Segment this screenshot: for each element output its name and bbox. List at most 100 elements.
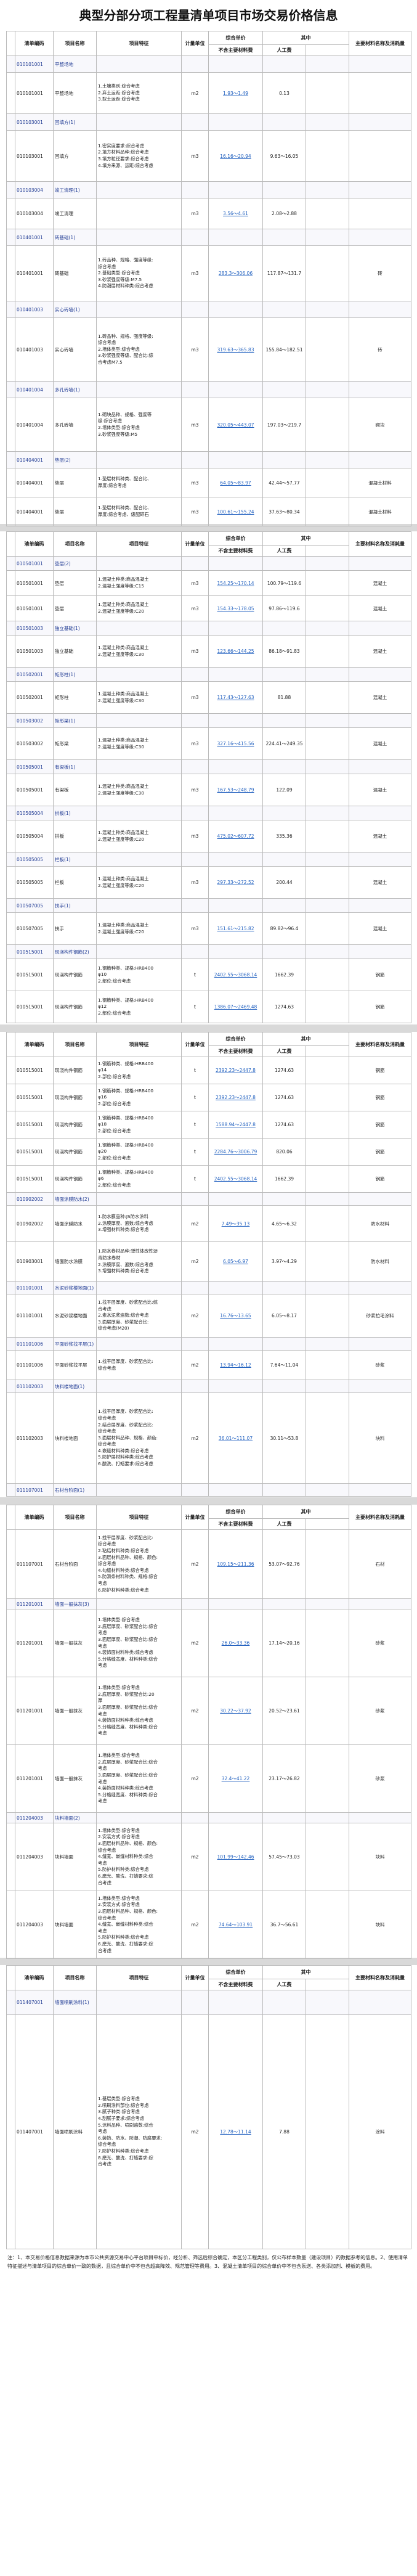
- item-price-range[interactable]: 109.15～211.36: [208, 1529, 263, 1599]
- item-labor-blank: [306, 381, 349, 398]
- item-labor-blank: [306, 1138, 349, 1166]
- row-index: [6, 1744, 15, 1813]
- item-material: [349, 1337, 411, 1351]
- item-code: 011101006: [15, 1337, 54, 1351]
- item-price-range[interactable]: 1.93～1.49: [208, 72, 263, 114]
- item-unit: [181, 806, 209, 820]
- item-price-range[interactable]: 327.16～415.56: [208, 727, 263, 760]
- item-material: 防水材料: [349, 1241, 411, 1282]
- quantity-price-table: 清单编码 项目名称 项目特征 计量单位 综合单价 其中 主要材料名称及消耗量 不含主要材料费人…: [6, 1032, 411, 1497]
- item-price-range[interactable]: 167.53～248.79: [208, 774, 263, 806]
- item-price-range[interactable]: 154.33～178.05: [208, 595, 263, 621]
- item-feature: 1.基层类型:综合考虑 2.喷刷涂料部位:综合考虑 3.腻子种类:综合考虑 4.…: [96, 2014, 182, 2249]
- item-labor-cost: [262, 1812, 306, 1823]
- item-labor-blank: [306, 1677, 349, 1745]
- row-index: [6, 181, 15, 198]
- item-price-range[interactable]: 101.99～142.46: [208, 1823, 263, 1891]
- header-code: 清单编码: [15, 531, 54, 557]
- row-index: [6, 130, 15, 182]
- item-feature: 1.防水膜品种:JS防水涂料 2.涂膜厚度、遍数:综合考虑 3.增强材料种类:综…: [96, 1205, 182, 1242]
- item-price-range[interactable]: 36.01～111.07: [208, 1392, 263, 1484]
- item-price-range: [208, 181, 263, 198]
- item-price-range[interactable]: 117.43～127.63: [208, 681, 263, 714]
- item-name: 拱板: [53, 820, 97, 853]
- item-material: [349, 806, 411, 820]
- item-price-range[interactable]: 297.33～272.52: [208, 866, 263, 899]
- header-code: 清单编码: [15, 1032, 54, 1057]
- section-row: 010103001 回填方(1): [6, 113, 411, 131]
- item-price-range[interactable]: 64.05～83.97: [208, 468, 263, 497]
- item-price-range[interactable]: 319.63～365.83: [208, 317, 263, 382]
- item-labor-cost: [262, 1281, 306, 1294]
- section-row: 010401003 实心砖墙(1): [6, 301, 411, 318]
- item-price-range[interactable]: 2284.76～3006.79: [208, 1138, 263, 1166]
- item-material: 钢筋: [349, 1057, 411, 1084]
- item-price-range[interactable]: 2402.55～3068.14: [208, 959, 263, 991]
- row-index: [6, 398, 15, 452]
- item-material: [349, 198, 411, 229]
- item-price-range[interactable]: 32.4～41.22: [208, 1744, 263, 1813]
- item-labor-cost: [262, 713, 306, 728]
- item-labor-blank: [306, 852, 349, 867]
- item-price-range[interactable]: 6.05～6.97: [208, 1241, 263, 1282]
- item-labor-cost: 820.06: [262, 1138, 306, 1166]
- item-code: 010401004: [15, 381, 54, 398]
- header-name: 项目名称: [53, 31, 97, 56]
- item-price-range[interactable]: 1588.94～2447.8: [208, 1111, 263, 1139]
- item-price-range[interactable]: 283.3～306.06: [208, 245, 263, 301]
- item-name: 垫层(2): [53, 556, 97, 571]
- item-price-range: [208, 1337, 263, 1351]
- row-index: [6, 497, 15, 526]
- header-labor: 人工费: [262, 1518, 306, 1530]
- item-price-range[interactable]: 16.76～13.65: [208, 1294, 263, 1338]
- item-code: 011201001: [15, 1598, 54, 1609]
- item-name: 栏板: [53, 866, 97, 899]
- item-code: 011101006: [15, 1350, 54, 1380]
- table-row: 010404001 垫层 1.垫层材料种类、配合比、 厚度:综合考虑 m3 64.05～…: [6, 468, 411, 497]
- table-page: 清单编码 项目名称 项目特征 计量单位 综合单价 其中 主要材料名称及消耗量 不含主要材料费人…: [0, 31, 417, 526]
- item-code: 011201001: [15, 1677, 54, 1745]
- item-feature: 1.墙体类型:综合考虑 2.底层厚度、砂浆配合比:综合 考虑 3.面层厚度、砂浆…: [96, 1744, 182, 1813]
- item-price-range[interactable]: 123.66～144.25: [208, 635, 263, 668]
- item-labor-cost: 122.09: [262, 774, 306, 806]
- item-price-range[interactable]: 151.61～215.82: [208, 912, 263, 945]
- row-index: [6, 1609, 15, 1677]
- item-labor-blank: [306, 681, 349, 714]
- item-code: 010501001: [15, 570, 54, 596]
- item-price-range[interactable]: 2392.23～2447.8: [208, 1057, 263, 1084]
- item-labor-blank: [306, 1281, 349, 1294]
- item-price-range[interactable]: 100.61～155.24: [208, 497, 263, 526]
- item-price-range[interactable]: 30.22～37.92: [208, 1677, 263, 1745]
- item-name: 石材台阶面(1): [53, 1483, 97, 1497]
- item-labor-cost: 200.44: [262, 866, 306, 899]
- item-price-range[interactable]: 7.49～35.13: [208, 1205, 263, 1242]
- item-price-range[interactable]: 2392.23～2447.8: [208, 1084, 263, 1111]
- section-row: 011101006 平面砂浆找平层(1): [6, 1337, 411, 1351]
- item-labor-blank: [306, 301, 349, 318]
- item-unit: t: [181, 991, 209, 1023]
- item-price-range[interactable]: 320.05～443.07: [208, 398, 263, 452]
- item-material: [349, 301, 411, 318]
- item-feature: 1.墙体类型:综合考虑 2.底层厚度、砂浆配合比:综合 考虑 3.面层厚度、砂浆…: [96, 1609, 182, 1677]
- item-price-range[interactable]: 1386.07～2469.48: [208, 991, 263, 1023]
- item-price-range[interactable]: 74.64～103.91: [208, 1891, 263, 1959]
- table-row: 011204003 块料墙面 1.墙体类型:综合考虑 2.安装方式:综合考虑 3.面…: [6, 1891, 411, 1959]
- row-index: [6, 1891, 15, 1959]
- item-labor-blank: [306, 55, 349, 73]
- item-price-range[interactable]: 13.94～16.12: [208, 1350, 263, 1380]
- item-code: 011204003: [15, 1891, 54, 1959]
- item-price-range[interactable]: 26.0～33.36: [208, 1609, 263, 1677]
- item-labor-cost: 20.52～23.61: [262, 1677, 306, 1745]
- item-price-range[interactable]: 3.56～4.61: [208, 198, 263, 229]
- item-price-range[interactable]: 16.16～20.94: [208, 130, 263, 182]
- item-price-range[interactable]: 2402.55～3068.14: [208, 1165, 263, 1193]
- item-price-range[interactable]: 12.78～11.14: [208, 2014, 263, 2249]
- item-material: [349, 1990, 411, 2015]
- item-material: [349, 113, 411, 131]
- item-price-range[interactable]: 475.02～607.72: [208, 820, 263, 853]
- item-labor-blank: [306, 1165, 349, 1193]
- header-index: [6, 531, 15, 557]
- item-price-range: [208, 381, 263, 398]
- item-price-range[interactable]: 154.25～170.14: [208, 570, 263, 596]
- item-price-range: [208, 1598, 263, 1609]
